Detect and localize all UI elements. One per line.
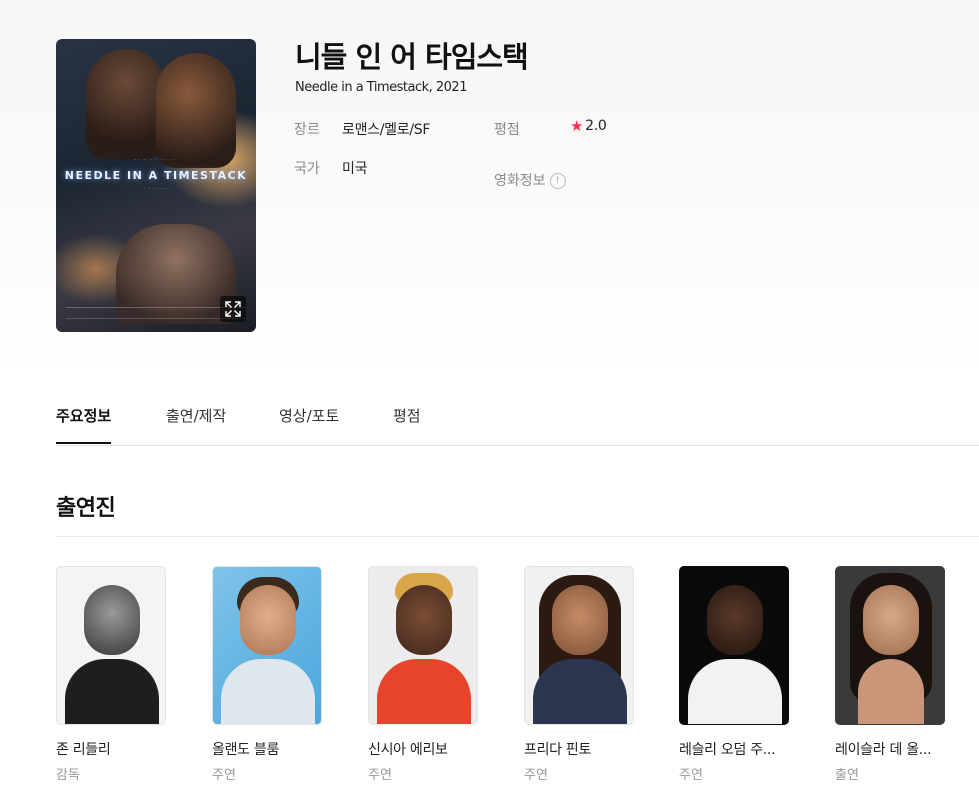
- poster-title-art: NEEDLE IN A TIMESTACK: [64, 169, 248, 182]
- cast-card[interactable]: 레이슬라 데 올... 출연: [835, 566, 946, 783]
- rating-value: 2.0: [585, 118, 607, 134]
- rating-label: 평점: [494, 122, 520, 138]
- cast-role: 주연: [524, 768, 548, 783]
- poster-figure: [156, 53, 236, 168]
- cast-name: 레이슬라 데 올...: [835, 742, 932, 758]
- cast-section-title: 출연진: [56, 496, 116, 521]
- divider: [56, 536, 979, 537]
- cast-role: 주연: [679, 768, 703, 783]
- cast-card[interactable]: 존 리들리 감독: [56, 566, 167, 783]
- cast-card[interactable]: 올랜도 블룸 주연: [212, 566, 323, 783]
- cast-role: 감독: [56, 768, 80, 783]
- country-value: 미국: [342, 161, 368, 177]
- genre-label: 장르: [294, 122, 320, 138]
- cast-role: 주연: [368, 768, 392, 783]
- cast-photo: [679, 566, 789, 725]
- cast-photo: [56, 566, 166, 725]
- expand-poster-button[interactable]: [220, 296, 246, 322]
- genre-value: 로맨스/멜로/SF: [342, 122, 431, 138]
- movie-subtitle: Needle in a Timestack, 2021: [295, 80, 467, 95]
- cast-name: 프리다 핀토: [524, 742, 592, 758]
- cast-name: 신시아 에리보: [368, 742, 448, 758]
- cast-name: 올랜도 블룸: [212, 742, 280, 758]
- poster-figure: [86, 49, 166, 159]
- cast-role: 주연: [212, 768, 236, 783]
- poster-credits: [66, 307, 246, 319]
- cast-role: 출연: [835, 768, 859, 783]
- tab-main-info[interactable]: 주요정보: [56, 405, 112, 444]
- tab-cast-crew[interactable]: 출연/제작: [166, 405, 226, 442]
- country-label: 국가: [294, 161, 320, 177]
- poster-cast-line: ·· · ·· ·· ··: [134, 157, 178, 162]
- movie-info-link[interactable]: 영화정보!: [494, 170, 566, 190]
- movie-title: 니들 인 어 타임스택: [295, 40, 529, 74]
- tab-bar: 주요정보 출연/제작 영상/포토 평점: [56, 395, 979, 446]
- cast-photo: [524, 566, 634, 725]
- tab-ratings[interactable]: 평점: [393, 405, 421, 442]
- cast-photo: [368, 566, 478, 725]
- expand-icon: [225, 301, 241, 317]
- cast-photo: [835, 566, 945, 725]
- rating: ★ 2.0: [570, 118, 607, 134]
- star-icon: ★: [570, 116, 584, 135]
- movie-info-label: 영화정보: [494, 173, 546, 189]
- cast-card[interactable]: 신시아 에리보 주연: [368, 566, 479, 783]
- movie-poster[interactable]: ·· · ·· ·· ·· NEEDLE IN A TIMESTACK · · …: [56, 39, 256, 332]
- cast-card[interactable]: 프리다 핀토 주연: [524, 566, 635, 783]
- poster-tagline: · · · · · ·: [143, 186, 169, 191]
- cast-card[interactable]: 레슬리 오덤 주... 주연: [679, 566, 790, 783]
- tab-video-photo[interactable]: 영상/포토: [279, 405, 339, 442]
- cast-name: 레슬리 오덤 주...: [679, 742, 776, 758]
- cast-name: 존 리들리: [56, 742, 111, 758]
- info-icon[interactable]: !: [549, 173, 566, 189]
- cast-photo: [212, 566, 322, 725]
